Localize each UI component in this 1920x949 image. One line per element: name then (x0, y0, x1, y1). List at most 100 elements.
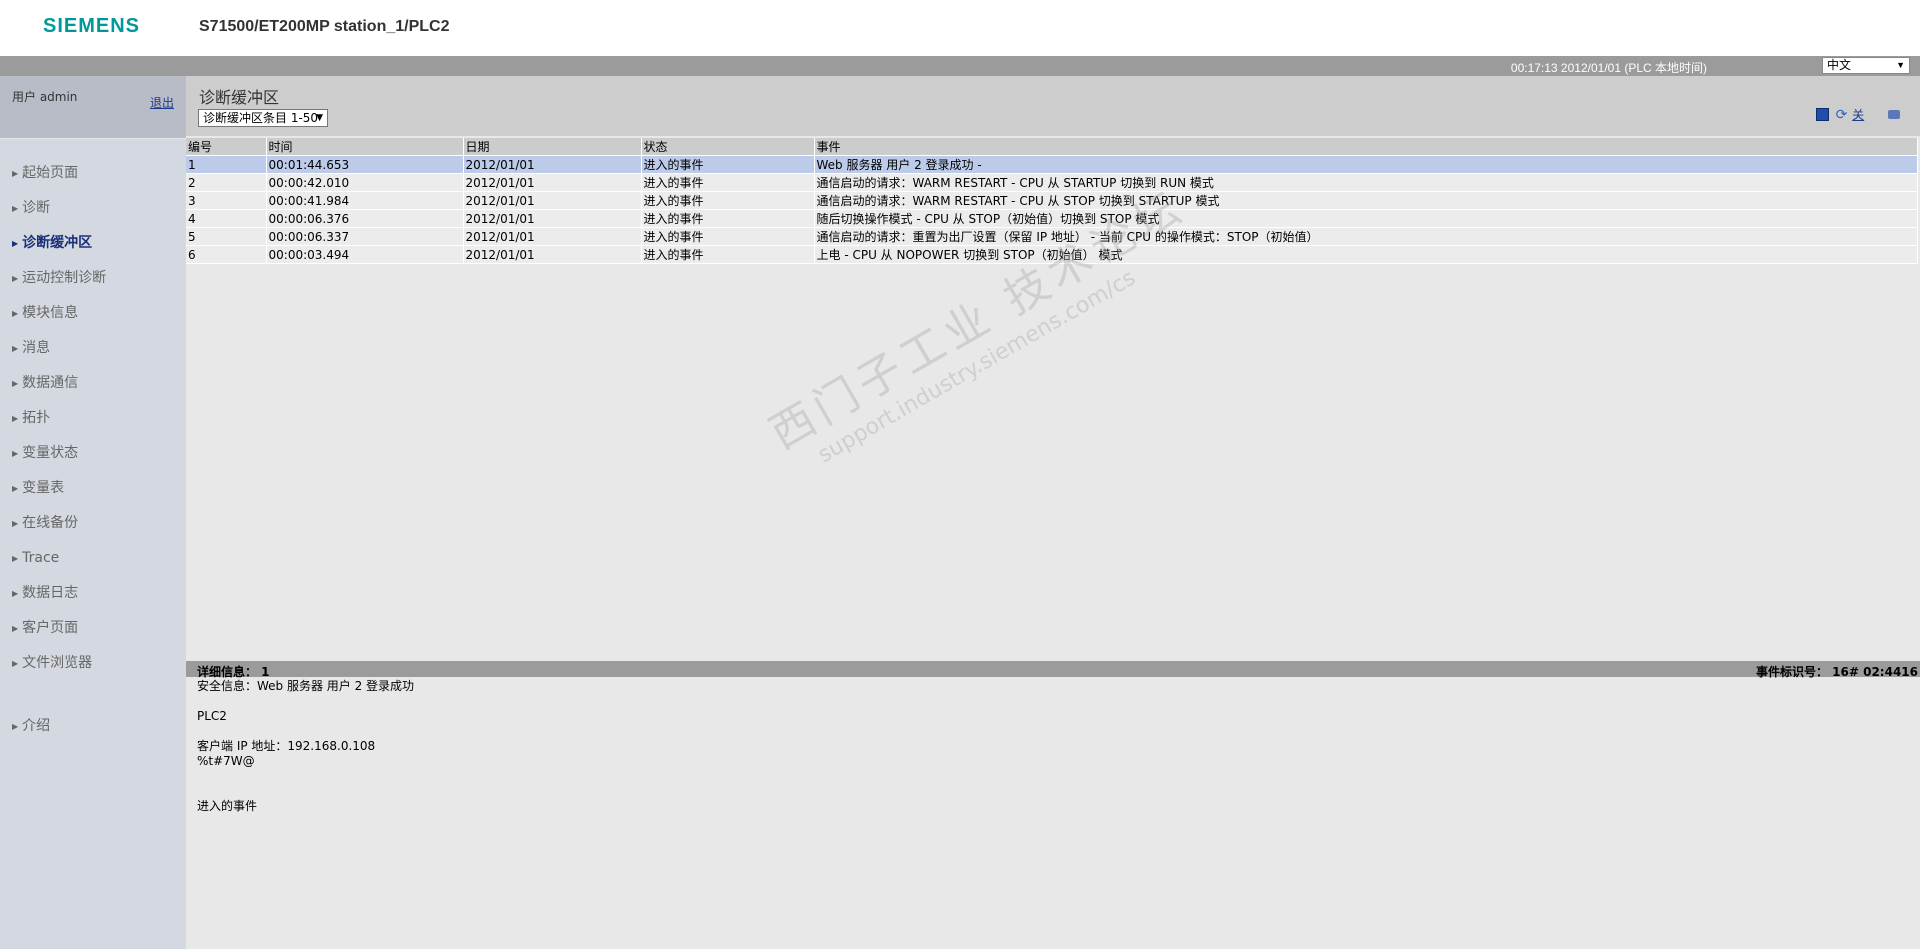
logout-link[interactable]: 退出 (150, 94, 174, 111)
save-icon[interactable] (1815, 108, 1829, 121)
cell-event: Web 服务器 用户 2 登录成功 - (814, 155, 1918, 174)
entry-range-value: 诊断缓冲区条目 1-50 (203, 111, 319, 125)
nav-item-label: 数据通信 (22, 375, 79, 391)
entry-range-select[interactable]: 诊断缓冲区条目 1-50 ▼ (198, 109, 328, 127)
cell-event: 通信启动的请求：WARM RESTART - CPU 从 STOP 切换到 ST… (814, 191, 1918, 210)
language-select[interactable]: 中文 ▼ (1822, 57, 1910, 74)
detail-entry-number: 详细信息： 1 (197, 665, 270, 679)
triangle-right-icon: ▶ (12, 659, 19, 668)
triangle-right-icon: ▶ (12, 169, 19, 178)
dropdown-arrow-icon: ▼ (1896, 60, 1905, 70)
table-row[interactable]: 4 00:00:06.376 2012/01/01 进入的事件 随后切换操作模式… (186, 209, 1918, 228)
column-header-status[interactable]: 状态 (641, 138, 815, 156)
detail-line (197, 769, 414, 784)
triangle-right-icon: ▶ (12, 204, 19, 213)
triangle-right-icon: ▶ (12, 344, 19, 353)
detail-line: PLC2 (197, 709, 227, 723)
auto-refresh-off-link[interactable]: 关 (1852, 106, 1864, 123)
sidebar: 用户 admin 退出 ▶ 起始页面 ▶ 诊断 ▶ 诊断缓冲区 ▶ 运动控制诊断 ▶ 模块… (0, 76, 186, 949)
nav-item-label: 运动控制诊断 (22, 270, 107, 286)
triangle-right-icon: ▶ (12, 239, 19, 248)
user-label: 用户 admin (12, 90, 78, 104)
cell-event: 通信启动的请求：重置为出厂设置（保留 IP 地址） - 当前 CPU 的操作模式… (814, 227, 1918, 246)
detail-line (197, 784, 414, 799)
nav-item-user-pages[interactable]: ▶ 客户页面 (0, 611, 186, 646)
status-bar: 00:17:13 2012/01/01 (PLC 本地时间) 中文 ▼ (0, 56, 1920, 76)
dropdown-arrow-icon: ▼ (316, 113, 323, 123)
cell-number: 2 (186, 173, 267, 192)
column-header-event[interactable]: 事件 (814, 138, 1918, 156)
nav-item-label: 诊断缓冲区 (22, 235, 93, 251)
nav-item-introduction[interactable]: ▶ 介绍 (0, 709, 186, 744)
nav-item-label: 诊断 (22, 200, 51, 216)
triangle-right-icon: ▶ (12, 484, 19, 493)
nav-item-watch-tables[interactable]: ▶ 变量表 (0, 471, 186, 506)
nav-item-motion-control-diagnostics[interactable]: ▶ 运动控制诊断 (0, 261, 186, 296)
nav-item-tag-status[interactable]: ▶ 变量状态 (0, 436, 186, 471)
nav-item-module-information[interactable]: ▶ 模块信息 (0, 296, 186, 331)
triangle-right-icon: ▶ (12, 722, 19, 731)
table-row[interactable]: 3 00:00:41.984 2012/01/01 进入的事件 通信启动的请求：… (186, 191, 1918, 210)
nav-item-trace[interactable]: ▶ Trace (0, 541, 186, 576)
detail-line: %t#7W@ (197, 754, 255, 768)
nav-item-diagnostic-buffer[interactable]: ▶ 诊断缓冲区 (0, 226, 186, 261)
cell-date: 2012/01/01 (463, 227, 642, 246)
cell-status: 进入的事件 (641, 227, 815, 246)
print-icon[interactable] (1888, 110, 1900, 119)
column-header-number[interactable]: 编号 (186, 138, 267, 156)
triangle-right-icon: ▶ (12, 554, 19, 563)
cell-time: 00:00:06.337 (266, 227, 464, 246)
cell-date: 2012/01/01 (463, 191, 642, 210)
cell-date: 2012/01/01 (463, 155, 642, 174)
cell-status: 进入的事件 (641, 209, 815, 228)
nav-item-topology[interactable]: ▶ 拓扑 (0, 401, 186, 436)
nav-item-label: Trace (22, 550, 60, 566)
nav-item-label: 介绍 (22, 718, 51, 734)
cell-event: 上电 - CPU 从 NOPOWER 切换到 STOP（初始值） 模式 (814, 245, 1918, 264)
table-row[interactable]: 1 00:01:44.653 2012/01/01 进入的事件 Web 服务器 … (186, 155, 1918, 174)
nav-item-label: 客户页面 (22, 620, 79, 636)
diagnostic-buffer-table: 编号 时间 日期 状态 事件 1 00:01:44.653 2012/01/01… (186, 138, 1918, 264)
detail-line: 客户端 IP 地址：192.168.0.108 (197, 739, 376, 753)
refresh-icon[interactable]: ⟳ (1836, 107, 1848, 123)
nav-item-data-logs[interactable]: ▶ 数据日志 (0, 576, 186, 611)
main-content: 诊断缓冲区 诊断缓冲区条目 1-50 ▼ ⟳ 关 编号 时间 日期 状态 事件 (186, 76, 1920, 949)
cell-status: 进入的事件 (641, 245, 815, 264)
cell-number: 3 (186, 191, 267, 210)
triangle-right-icon: ▶ (12, 519, 19, 528)
cell-status: 进入的事件 (641, 191, 815, 210)
plc-time: 00:17:13 2012/01/01 (PLC 本地时间) (1510, 61, 1707, 75)
detail-header: 详细信息： 1 事件标识号： 16# 02:4416 (186, 661, 1920, 679)
nav-item-messages[interactable]: ▶ 消息 (0, 331, 186, 366)
nav-item-label: 数据日志 (22, 585, 79, 601)
cell-number: 4 (186, 209, 267, 228)
nav-item-online-backup[interactable]: ▶ 在线备份 (0, 506, 186, 541)
triangle-right-icon: ▶ (12, 449, 19, 458)
cell-time: 00:01:44.653 (266, 155, 464, 174)
language-value: 中文 (1827, 58, 1852, 72)
cell-status: 进入的事件 (641, 155, 815, 174)
table-row[interactable]: 2 00:00:42.010 2012/01/01 进入的事件 通信启动的请求：… (186, 173, 1918, 192)
table-row[interactable]: 6 00:00:03.494 2012/01/01 进入的事件 上电 - CPU… (186, 245, 1918, 264)
nav-item-label: 文件浏览器 (22, 655, 93, 671)
nav-item-label: 拓扑 (22, 410, 51, 426)
event-id: 事件标识号： 16# 02:4416 (1755, 665, 1918, 679)
column-header-time[interactable]: 时间 (266, 138, 464, 156)
nav-item-diagnostics[interactable]: ▶ 诊断 (0, 191, 186, 226)
nav-item-label: 在线备份 (22, 515, 79, 531)
detail-line: 进入的事件 (197, 799, 258, 813)
cell-time: 00:00:03.494 (266, 245, 464, 264)
triangle-right-icon: ▶ (12, 274, 19, 283)
cell-event: 随后切换操作模式 - CPU 从 STOP（初始值）切换到 STOP 模式 (814, 209, 1918, 228)
nav-item-communication[interactable]: ▶ 数据通信 (0, 366, 186, 401)
triangle-right-icon: ▶ (12, 309, 19, 318)
nav-item-file-browser[interactable]: ▶ 文件浏览器 (0, 646, 186, 681)
toolbar: ⟳ 关 (1815, 106, 1900, 123)
nav-item-start-page[interactable]: ▶ 起始页面 (0, 156, 186, 191)
cell-number: 5 (186, 227, 267, 246)
table-row[interactable]: 5 00:00:06.337 2012/01/01 进入的事件 通信启动的请求：… (186, 227, 1918, 246)
table-header-row: 编号 时间 日期 状态 事件 (186, 138, 1918, 156)
cell-time: 00:00:41.984 (266, 191, 464, 210)
column-header-date[interactable]: 日期 (463, 138, 642, 156)
